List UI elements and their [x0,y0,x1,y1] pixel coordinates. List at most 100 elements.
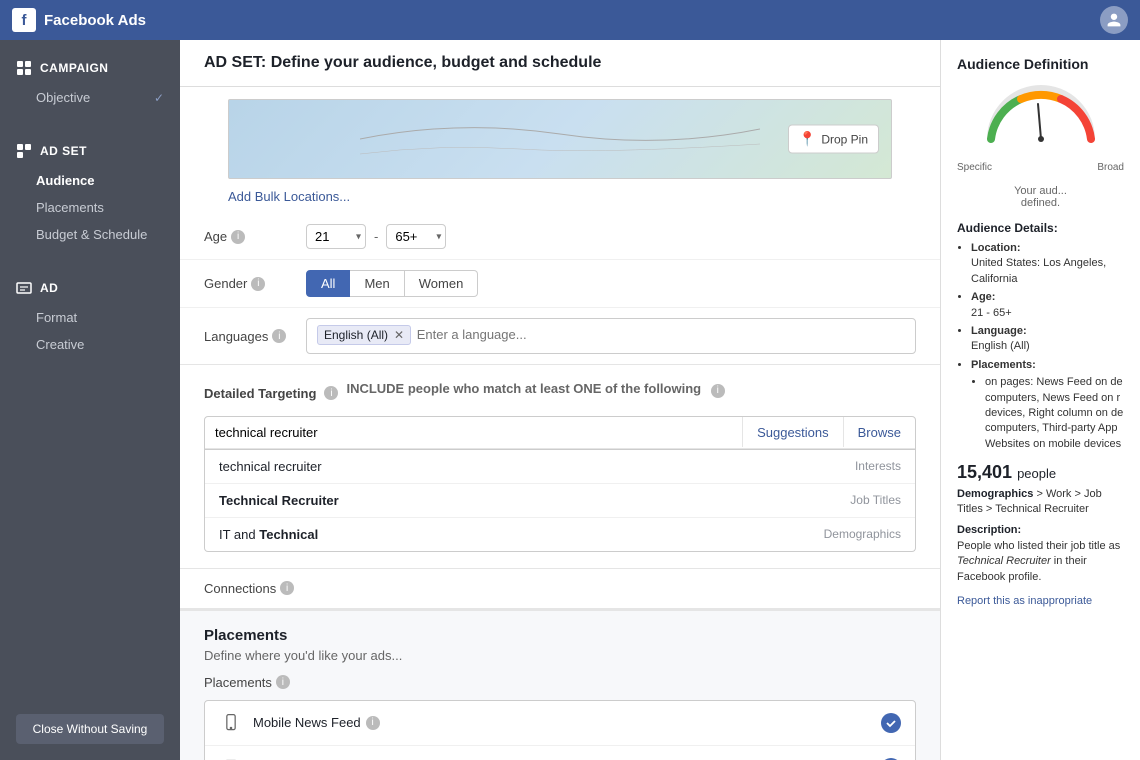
age-dash: - [374,229,378,244]
placements-info-icon[interactable]: i [276,675,290,689]
detail-placements: Placements: on pages: News Feed on de co… [971,358,1124,452]
targeting-info-icon[interactable]: i [324,386,338,400]
drop-pin-label: Drop Pin [821,132,868,146]
avatar[interactable] [1100,6,1128,34]
targeting-label: Detailed Targeting [204,386,316,401]
language-input[interactable] [417,325,557,344]
connections-section: Connections i [180,569,940,609]
sidebar-item-label: Audience [36,173,95,188]
targeting-section: Detailed Targeting i INCLUDE people who … [180,365,940,569]
age-from-select[interactable]: 21 18 25 [306,224,366,249]
sidebar-bottom: Close Without Saving [0,698,180,760]
instagram-icon [219,756,243,760]
pin-icon: 📍 [799,131,816,148]
age-info-icon[interactable]: i [231,230,245,244]
result-item-3[interactable]: IT and Technical Demographics [205,518,915,551]
languages-info-icon[interactable]: i [272,329,286,343]
placement-info-icon[interactable]: i [366,716,380,730]
adset-icon [16,143,32,159]
sidebar-item-creative[interactable]: Creative [0,331,180,358]
browse-tab[interactable]: Browse [844,417,915,448]
sidebar-item-label: Creative [36,337,84,352]
language-container[interactable]: English (All) ✕ [306,318,916,354]
result-category-3: Demographics [824,527,901,541]
gauge-labels: Specific Broad [957,162,1124,173]
gender-label: Gender i [204,276,294,291]
gauge-broad-label: Broad [1097,162,1124,173]
suggestions-tab[interactable]: Suggestions [743,417,843,448]
sidebar-adset-section: AD SET Audience Placements Budget & Sche… [0,123,180,260]
demographics-text: Demographics > Work > Job Titles > Techn… [957,487,1124,518]
targeting-search-input[interactable] [215,425,732,440]
connections-info-icon[interactable]: i [280,581,294,595]
connections-label: Connections i [204,581,294,596]
people-count-value: 15,401 [957,462,1012,482]
placements-section: Placements Define where you'd like your … [180,609,940,760]
audience-details-list: Location:United States: Los Angeles, Cal… [957,241,1124,452]
map-container: 📍 Drop Pin [228,99,892,179]
placement-checkbox-mobile[interactable] [881,713,901,733]
sidebar-item-label: Budget & Schedule [36,227,147,242]
placement-label: Mobile News Feed [253,715,361,730]
gender-women-button[interactable]: Women [405,270,479,297]
sidebar-item-audience[interactable]: Audience [0,167,180,194]
placement-item-mobile-news-feed: Mobile News Feed i [205,701,915,746]
result-name-1: technical recruiter [219,459,322,474]
targeting-header: Detailed Targeting i INCLUDE people who … [204,381,916,406]
search-bar: Suggestions Browse [204,416,916,450]
placement-items-container: Mobile News Feed i [204,700,916,760]
languages-label: Languages i [204,329,294,344]
add-bulk-locations-link[interactable]: Add Bulk Locations... [228,185,892,208]
sidebar-ad-header: AD [0,272,180,304]
gender-men-button[interactable]: Men [350,270,404,297]
people-count: 15,401 people [957,462,1124,483]
language-tag-remove[interactable]: ✕ [394,329,404,341]
app-layout: CAMPAIGN Objective ✓ AD SET Audience Pla… [0,40,1140,760]
placements-subtitle: Define where you'd like your ads... [204,648,916,663]
placements-detail-list: on pages: News Feed on de computers, New… [971,375,1124,452]
gender-info-icon[interactable]: i [251,277,265,291]
report-link[interactable]: Report this as inappropriate [957,595,1124,607]
result-item-2[interactable]: Technical Recruiter Job Titles [205,484,915,518]
age-to-wrapper: 65+ 55 45 [386,224,446,249]
adset-header-title: AD SET: Define your audience, budget and… [204,54,601,71]
audience-def-title: Audience Definition [957,56,1124,72]
sidebar-item-label: Objective [36,90,90,105]
adset-subtitle: Define your audience, budget and schedul… [271,54,602,71]
close-without-saving-button[interactable]: Close Without Saving [16,714,164,744]
top-nav-left: f Facebook Ads [12,8,146,32]
age-label: Age i [204,229,294,244]
detail-language: Language:English (All) [971,324,1124,355]
sidebar-item-objective[interactable]: Objective ✓ [0,84,180,111]
form-section: 📍 Drop Pin Add Bulk Locations... Age i 2… [180,87,940,365]
sidebar-adset-header: AD SET [0,135,180,167]
result-item-1[interactable]: technical recruiter Interests [205,450,915,484]
sidebar-item-format[interactable]: Format [0,304,180,331]
audience-details-title: Audience Details: [957,221,1124,235]
mobile-device-icon [221,713,241,733]
gauge-svg [981,84,1101,149]
age-to-select[interactable]: 65+ 55 45 [386,224,446,249]
sidebar-ad-section: AD Format Creative [0,260,180,370]
drop-pin-button[interactable]: 📍 Drop Pin [788,125,879,154]
search-dropdown-container: Suggestions Browse technical recruiter I… [204,416,916,552]
description-text: People who listed their job title as Tec… [957,539,1124,585]
app-title: Facebook Ads [44,12,146,29]
checkmark-icon [885,717,897,729]
result-category-2: Job Titles [850,493,901,507]
targeting-include-info-icon[interactable]: i [711,384,725,398]
sidebar-item-budget[interactable]: Budget & Schedule [0,221,180,248]
sidebar-item-label: Placements [36,200,104,215]
sidebar-campaign-section: CAMPAIGN Objective ✓ [0,40,180,123]
map-wrapper: 📍 Drop Pin Add Bulk Locations... [180,87,940,208]
right-panel: Audience Definition Specific Broad Your … [940,40,1140,760]
gender-btn-group: All Men Women [306,270,478,297]
sidebar-item-placements[interactable]: Placements [0,194,180,221]
gauge-container [981,84,1101,154]
gender-all-button[interactable]: All [306,270,350,297]
placements-title: Placements [204,627,916,644]
top-nav: f Facebook Ads [0,0,1140,40]
detail-location: Location:United States: Los Angeles, Cal… [971,241,1124,287]
search-input-area [205,419,742,446]
people-label: people [1017,466,1056,481]
